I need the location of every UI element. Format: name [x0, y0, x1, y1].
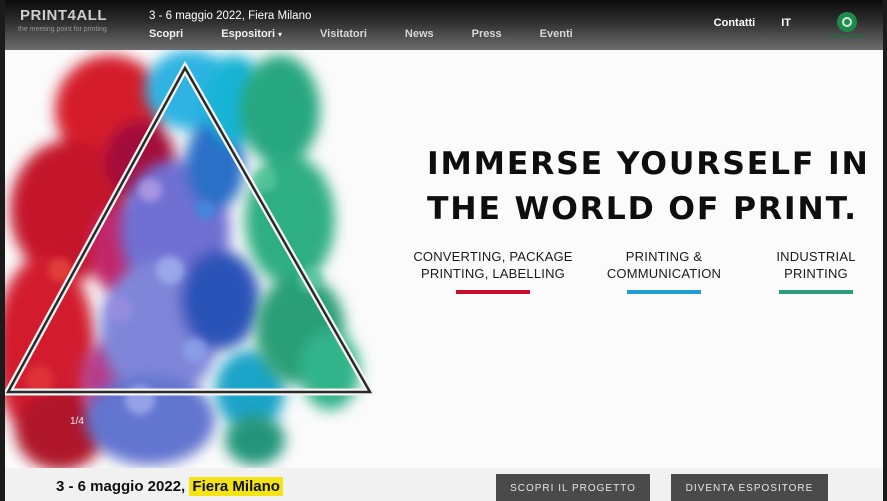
nav-item-visitatori[interactable]: Visitatori	[320, 28, 367, 40]
ink-cloud-triangle-image	[0, 50, 400, 468]
top-navigation-bar: PRINT4ALL the meeting point for printing…	[0, 0, 887, 50]
page: PRINT4ALL the meeting point for printing…	[0, 0, 887, 501]
sector-converting-packaging[interactable]: CONVERTING, PACKAGE PRINTING, LABELLING	[405, 248, 581, 294]
nav-item-news[interactable]: News	[405, 28, 434, 40]
diventa-espositore-button[interactable]: DIVENTA ESPOSITORE	[671, 474, 828, 501]
fiera-milano-mark-icon	[837, 12, 857, 32]
nav-label: Eventi	[539, 28, 573, 40]
event-date-venue: 3 - 6 maggio 2022, Fiera Milano	[56, 477, 283, 496]
nav-label: Espositori	[221, 28, 276, 40]
language-selector[interactable]: IT	[781, 17, 791, 29]
sector-label-line2: COMMUNICATION	[606, 266, 722, 281]
sector-industrial-printing[interactable]: INDUSTRIAL PRINTING	[765, 248, 867, 294]
print4all-logo[interactable]: PRINT4ALL the meeting point for printing	[18, 7, 128, 41]
sector-label-line2: PRINTING, LABELLING	[421, 266, 565, 281]
sector-label-line1: CONVERTING, PACKAGE	[413, 249, 573, 264]
sector-printing-communication[interactable]: PRINTING & COMMUNICATION	[594, 248, 734, 294]
nav-label: Visitatori	[320, 28, 367, 40]
fiera-milano-logo-text: FIERA MILANO	[827, 34, 867, 40]
sector-label-line1: PRINTING &	[625, 249, 703, 264]
slide-counter: 1/4	[70, 416, 84, 427]
hero-headline-line2: THE WORLD OF PRINT.	[427, 191, 858, 227]
event-info-strip: 3 - 6 maggio 2022, Fiera Milano SCOPRI I…	[0, 468, 887, 501]
header-event-date: 3 - 6 maggio 2022, Fiera Milano	[149, 10, 312, 22]
nav-label: Scopri	[149, 28, 184, 40]
hero-headline: IMMERSE YOURSELF IN THE WORLD OF PRINT.	[427, 142, 870, 232]
venue-highlight: Fiera Milano	[189, 477, 283, 496]
nav-item-eventi[interactable]: Eventi	[540, 28, 573, 40]
nav-item-press[interactable]: Press	[472, 28, 502, 40]
sector-label-line1: INDUSTRIAL	[776, 249, 856, 264]
sector-underline-red	[456, 290, 530, 294]
logo-tagline: the meeting point for printing	[18, 26, 107, 33]
screen-edge-right	[883, 0, 887, 501]
sector-underline-blue	[627, 290, 701, 294]
event-date-text: 3 - 6 maggio 2022,	[56, 478, 186, 495]
logo-wordmark: PRINT4ALL	[20, 7, 107, 24]
contatti-link[interactable]: Contatti	[714, 17, 756, 29]
screen-edge-left	[0, 0, 5, 501]
nav-label: News	[404, 28, 434, 40]
scopri-progetto-button[interactable]: SCOPRI IL PROGETTO	[496, 474, 650, 501]
fiera-milano-logo[interactable]: FIERA MILANO	[821, 12, 873, 46]
top-right-links: Contatti IT	[714, 17, 791, 29]
chevron-down-icon: ▾	[278, 30, 283, 39]
nav-item-scopri[interactable]: Scopri	[149, 28, 183, 40]
nav-label: Press	[471, 28, 502, 40]
hero-headline-line1: IMMERSE YOURSELF IN	[427, 146, 870, 182]
sector-label-line2: PRINTING	[784, 266, 848, 281]
main-nav: Scopri Espositori ▾ Visitatori News Press…	[149, 28, 611, 40]
hero-slider: 1/4 IMMERSE YOURSELF IN THE WORLD OF PRI…	[0, 50, 887, 468]
sector-underline-green	[779, 290, 853, 294]
nav-item-espositori[interactable]: Espositori ▾	[221, 28, 282, 40]
